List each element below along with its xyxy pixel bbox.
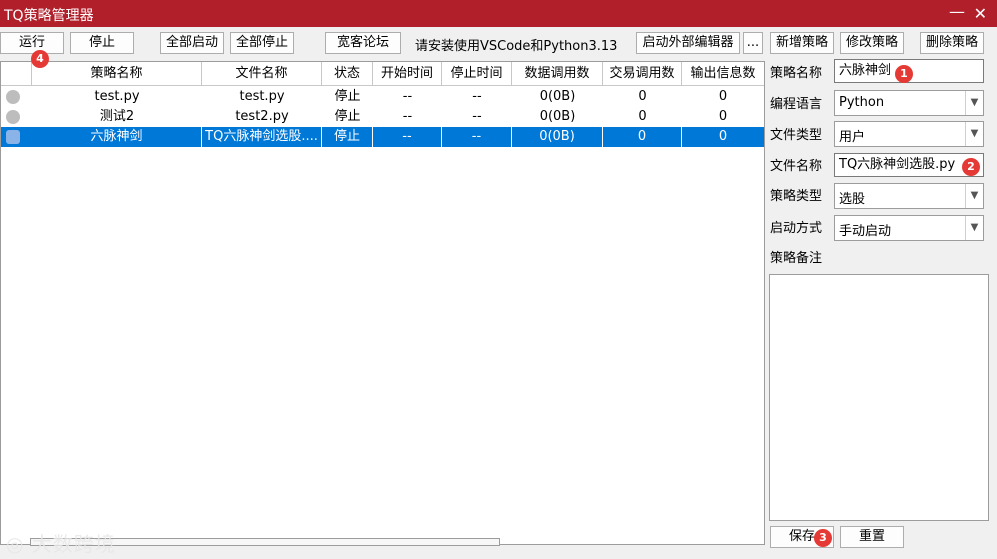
cell-status: 停止 [322, 127, 373, 147]
cell-status: 停止 [334, 109, 361, 124]
minimize-button[interactable]: — [949, 2, 965, 21]
close-button[interactable]: ✕ [974, 4, 987, 23]
launch-mode-select[interactable]: 手动启动 ▼ [834, 215, 984, 241]
watermark-text: 大数跨境 [31, 532, 116, 556]
run-button[interactable]: 运行 [0, 32, 64, 54]
table-row[interactable]: test.py test.py 停止 -- -- 0(0B) 0 0 [1, 87, 764, 107]
strategy-type-value: 选股 [839, 192, 866, 207]
watermark-logo-icon: ◎ [6, 532, 32, 556]
reset-button[interactable]: 重置 [840, 526, 904, 548]
cell-file-name: test.py [239, 89, 285, 104]
strategy-table: 策略名称 文件名称 状态 开始时间 停止时间 数据调用数 交易调用数 输出信息数… [0, 61, 765, 545]
launch-editor-button[interactable]: 启动外部编辑器 [636, 32, 740, 54]
launch-mode-value: 手动启动 [839, 224, 892, 239]
column-header[interactable]: 数据调用数 [512, 62, 603, 86]
chevron-down-icon[interactable]: ▼ [965, 91, 983, 115]
chevron-down-icon[interactable]: ▼ [965, 184, 983, 208]
cell-strategy-name: 测试2 [99, 109, 135, 124]
cell-file-name: test2.py [235, 109, 289, 124]
cell-trade-calls: 0 [638, 109, 647, 124]
modify-strategy-button[interactable]: 修改策略 [840, 32, 904, 54]
annotation-marker-4: 4 [31, 50, 49, 68]
install-hint: 请安装使用VSCode和Python3.13 [415, 39, 618, 54]
cell-output-count: 0 [718, 129, 728, 144]
table-header: 策略名称 文件名称 状态 开始时间 停止时间 数据调用数 交易调用数 输出信息数 [1, 62, 764, 86]
language-value: Python [839, 95, 885, 110]
status-dot-icon [6, 110, 20, 124]
cell-status: 停止 [334, 89, 361, 104]
status-dot-icon [6, 90, 20, 104]
cell-output-count: 0 [718, 109, 728, 124]
strategy-type-select[interactable]: 选股 ▼ [834, 183, 984, 209]
delete-strategy-button[interactable]: 删除策略 [920, 32, 984, 54]
chevron-down-icon[interactable]: ▼ [965, 122, 983, 146]
cell-data-calls: 0(0B) [512, 127, 603, 147]
cell-trade-calls: 0 [638, 89, 647, 104]
notes-textarea[interactable] [769, 274, 989, 521]
launch-mode-label: 启动方式 [770, 221, 823, 236]
file-type-label: 文件类型 [770, 128, 823, 143]
cell-trade-calls: 0 [603, 127, 682, 147]
file-name-label: 文件名称 [770, 159, 823, 174]
table-row[interactable]: 测试2 test2.py 停止 -- -- 0(0B) 0 0 [1, 107, 764, 127]
cell-strategy-name: 六脉神剑 [32, 127, 202, 147]
column-header[interactable]: 策略名称 [32, 62, 202, 86]
column-header[interactable]: 交易调用数 [603, 62, 682, 86]
annotation-marker-3: 3 [814, 529, 832, 547]
column-header[interactable]: 开始时间 [373, 62, 442, 86]
forum-button[interactable]: 宽客论坛 [325, 32, 401, 54]
cell-data-calls: 0(0B) [539, 89, 576, 104]
title-bar: TQ策略管理器 — ✕ [0, 0, 997, 27]
table-row-selected[interactable]: 六脉神剑 TQ六脉神剑选股.... 停止 -- -- 0(0B) 0 0 [1, 127, 764, 147]
stop-button[interactable]: 停止 [70, 32, 134, 54]
stop-all-button[interactable]: 全部停止 [230, 32, 294, 54]
cell-start-time: -- [373, 127, 442, 147]
annotation-marker-2: 2 [962, 158, 980, 176]
column-header-status-icon [1, 62, 32, 86]
cell-stop-time: -- [442, 127, 512, 147]
column-header[interactable]: 输出信息数 [682, 62, 764, 86]
file-type-value: 用户 [839, 130, 866, 145]
column-header[interactable]: 状态 [322, 62, 373, 86]
strategy-manager-window: 运行 停止 全部启动 全部停止 宽客论坛 请安装使用VSCode和Python3… [0, 27, 997, 559]
more-button[interactable]: ... [743, 32, 763, 54]
chevron-down-icon[interactable]: ▼ [965, 216, 983, 240]
cell-stop-time: -- [472, 109, 482, 124]
cell-stop-time: -- [472, 89, 482, 104]
column-header[interactable]: 停止时间 [442, 62, 512, 86]
cell-data-calls: 0(0B) [539, 109, 576, 124]
language-label: 编程语言 [770, 97, 823, 112]
strategy-name-label: 策略名称 [770, 66, 823, 81]
start-all-button[interactable]: 全部启动 [160, 32, 224, 54]
cell-start-time: -- [402, 89, 413, 104]
strategy-type-label: 策略类型 [770, 189, 823, 204]
watermark: ◎ 大数跨境 [6, 528, 116, 557]
notes-label: 策略备注 [770, 251, 823, 266]
column-header[interactable]: 文件名称 [202, 62, 322, 86]
file-type-select[interactable]: 用户 ▼ [834, 121, 984, 147]
window-title: TQ策略管理器 [4, 8, 94, 24]
add-strategy-button[interactable]: 新增策略 [770, 32, 834, 54]
language-select[interactable]: Python ▼ [834, 90, 984, 116]
cell-output-count: 0 [718, 89, 728, 104]
cell-file-name: TQ六脉神剑选股.... [202, 127, 322, 147]
cell-start-time: -- [402, 109, 413, 124]
cell-strategy-name: test.py [94, 89, 140, 104]
status-dot-icon [6, 130, 20, 144]
annotation-marker-1: 1 [895, 65, 913, 83]
